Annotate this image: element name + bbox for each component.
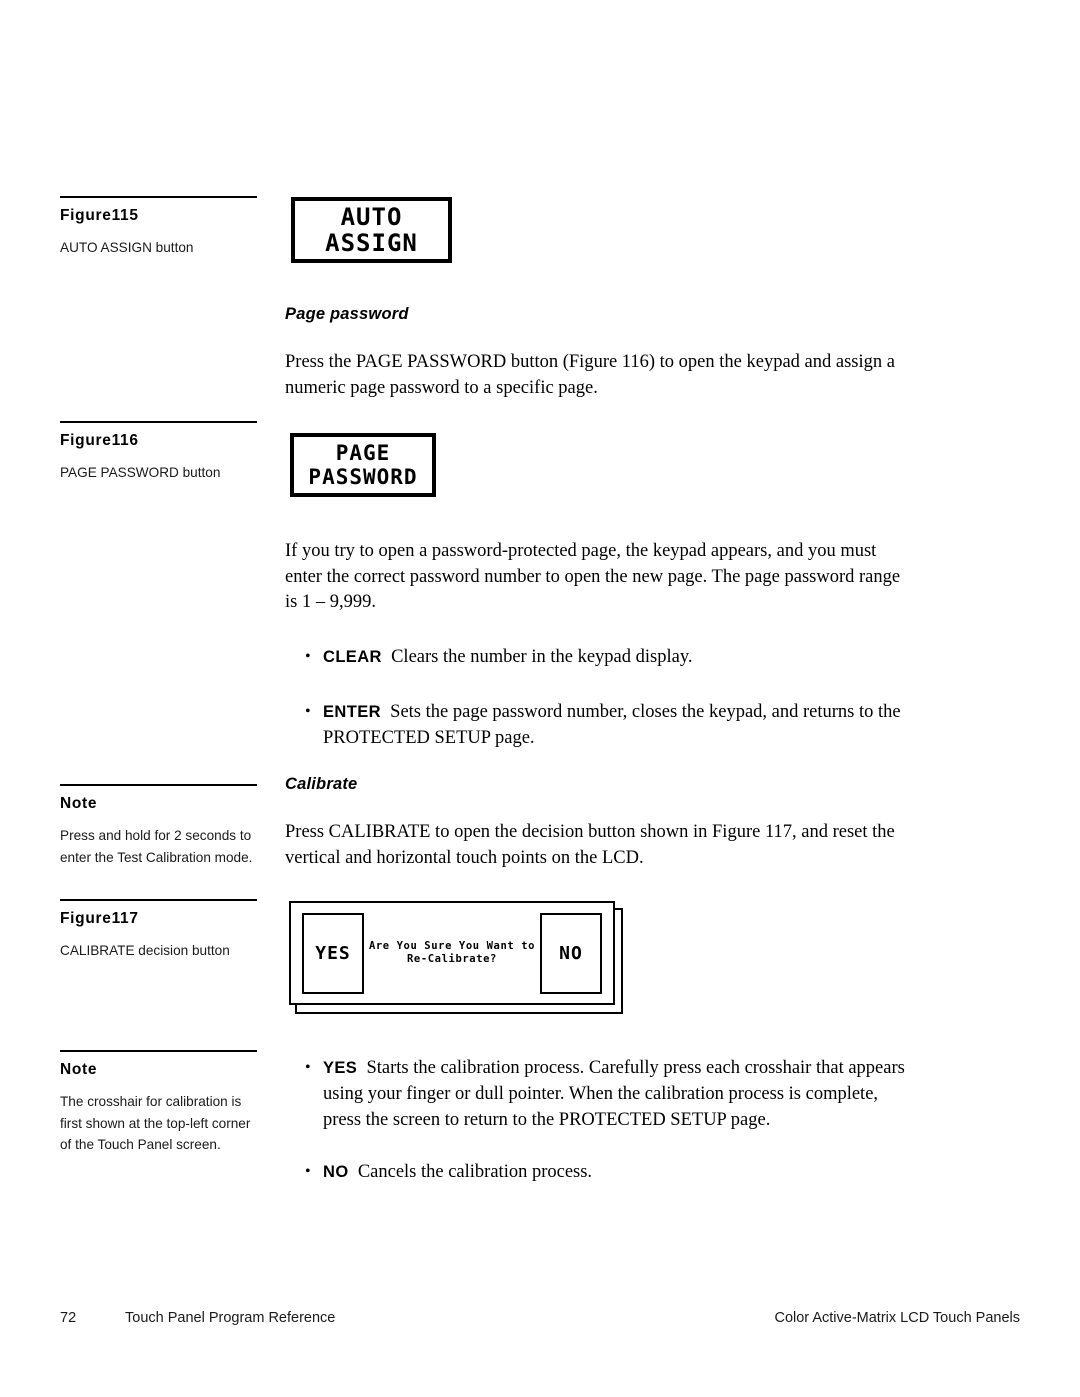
calibrate-paragraph-1: Press CALIBRATE to open the decision but… xyxy=(285,822,895,868)
figure-117-rule xyxy=(60,899,257,901)
note-2-margin-block: Note The crosshair for calibration is fi… xyxy=(60,1050,258,1156)
bullet-clear: • CLEAR Clears the number in the keypad … xyxy=(285,644,915,670)
clear-bullet-wrap: • CLEAR Clears the number in the keypad … xyxy=(285,644,915,670)
bullet-dot-icon: • xyxy=(305,648,311,665)
auto-assign-button-figure: AUTO ASSIGN xyxy=(291,197,452,263)
figure-115-rule xyxy=(60,196,257,198)
figure-117-caption: CALIBRATE decision button xyxy=(60,943,230,958)
decision-prompt-text: Are You Sure You Want to Re-Calibrate? xyxy=(369,903,535,1003)
calibrate-section: Calibrate xyxy=(285,775,915,794)
bullet-dot-icon: • xyxy=(305,1163,311,1180)
decision-yes-button[interactable]: YES xyxy=(302,913,364,994)
calibrate-heading: Calibrate xyxy=(285,775,358,793)
bullet-dot-icon: • xyxy=(305,1059,311,1076)
no-bullet-wrap: • NO Cancels the calibration process. xyxy=(285,1159,915,1185)
footer-page-number: 72 xyxy=(60,1310,77,1326)
page-password-paragraph-2: If you try to open a password-protected … xyxy=(285,541,901,612)
auto-assign-line-2: ASSIGN xyxy=(325,229,418,257)
bullet-clear-term: CLEAR xyxy=(323,648,382,666)
note-1-margin-block: Note Press and hold for 2 seconds to ent… xyxy=(60,784,258,868)
bullet-enter: • ENTER Sets the page password number, c… xyxy=(285,699,915,751)
bullet-dot-icon: • xyxy=(305,703,311,720)
page-password-line-2: PASSWORD xyxy=(308,465,418,489)
note-2-rule xyxy=(60,1050,257,1052)
figure-116-caption: PAGE PASSWORD button xyxy=(60,465,221,480)
calibrate-decision-button-figure: YES Are You Sure You Want to Re-Calibrat… xyxy=(289,901,623,1014)
bullet-yes-text: Starts the calibration process. Carefull… xyxy=(323,1058,905,1130)
auto-assign-line-1: AUTO xyxy=(340,203,403,231)
page-password-paragraph-1-wrap: Press the PAGE PASSWORD button (Figure 1… xyxy=(285,350,915,401)
figure-117-margin-block: Figure117 CALIBRATE decision button xyxy=(60,899,258,962)
figure-116-label: Figure116 xyxy=(60,432,139,449)
note-1-label: Note xyxy=(60,795,98,812)
page-footer: 72 Touch Panel Program Reference Color A… xyxy=(60,1310,1020,1332)
note-1-rule xyxy=(60,784,257,786)
figure-115-label: Figure115 xyxy=(60,207,139,224)
page-password-line-1: PAGE xyxy=(335,441,391,465)
enter-bullet-wrap: • ENTER Sets the page password number, c… xyxy=(285,699,915,751)
note-2-label: Note xyxy=(60,1061,98,1078)
footer-title-right: Color Active-Matrix LCD Touch Panels xyxy=(774,1310,1020,1326)
note-2-body: The crosshair for calibration is first s… xyxy=(60,1094,251,1152)
page-password-button-figure: PAGE PASSWORD xyxy=(290,433,436,497)
decision-prompt-line-2: Re-Calibrate? xyxy=(407,953,497,965)
bullet-no-term: NO xyxy=(323,1163,349,1181)
page-password-paragraph-2-wrap: If you try to open a password-protected … xyxy=(285,539,915,616)
bullet-enter-text: Sets the page password number, closes th… xyxy=(323,702,901,748)
bullet-clear-text: Clears the number in the keypad display. xyxy=(391,647,693,667)
page-password-heading: Page password xyxy=(285,305,409,323)
decision-prompt-line-1: Are You Sure You Want to xyxy=(368,940,536,952)
bullet-enter-term: ENTER xyxy=(323,703,381,721)
document-page: Figure115 AUTO ASSIGN button AUTO ASSIGN… xyxy=(0,0,1080,1397)
figure-117-label: Figure117 xyxy=(60,910,139,927)
calibrate-paragraph-1-wrap: Press CALIBRATE to open the decision but… xyxy=(285,820,915,871)
footer-title-left: Touch Panel Program Reference xyxy=(125,1310,336,1326)
bullet-no: • NO Cancels the calibration process. xyxy=(285,1159,915,1185)
yes-bullet-wrap: • YES Starts the calibration process. Ca… xyxy=(285,1055,915,1133)
page-password-section: Page password xyxy=(285,305,915,324)
figure-115-margin-block: Figure115 AUTO ASSIGN button xyxy=(60,196,258,259)
figure-116-rule xyxy=(60,421,257,423)
figure-115-caption: AUTO ASSIGN button xyxy=(60,240,194,255)
bullet-no-text: Cancels the calibration process. xyxy=(357,1162,593,1182)
bullet-yes: • YES Starts the calibration process. Ca… xyxy=(285,1055,915,1133)
decision-no-button[interactable]: NO xyxy=(540,913,602,994)
decision-button-frame: YES Are You Sure You Want to Re-Calibrat… xyxy=(289,901,615,1005)
note-1-body: Press and hold for 2 seconds to enter th… xyxy=(60,828,253,865)
figure-116-margin-block: Figure116 PAGE PASSWORD button xyxy=(60,421,258,484)
bullet-yes-term: YES xyxy=(323,1059,358,1077)
page-password-paragraph-1: Press the PAGE PASSWORD button (Figure 1… xyxy=(285,352,895,398)
